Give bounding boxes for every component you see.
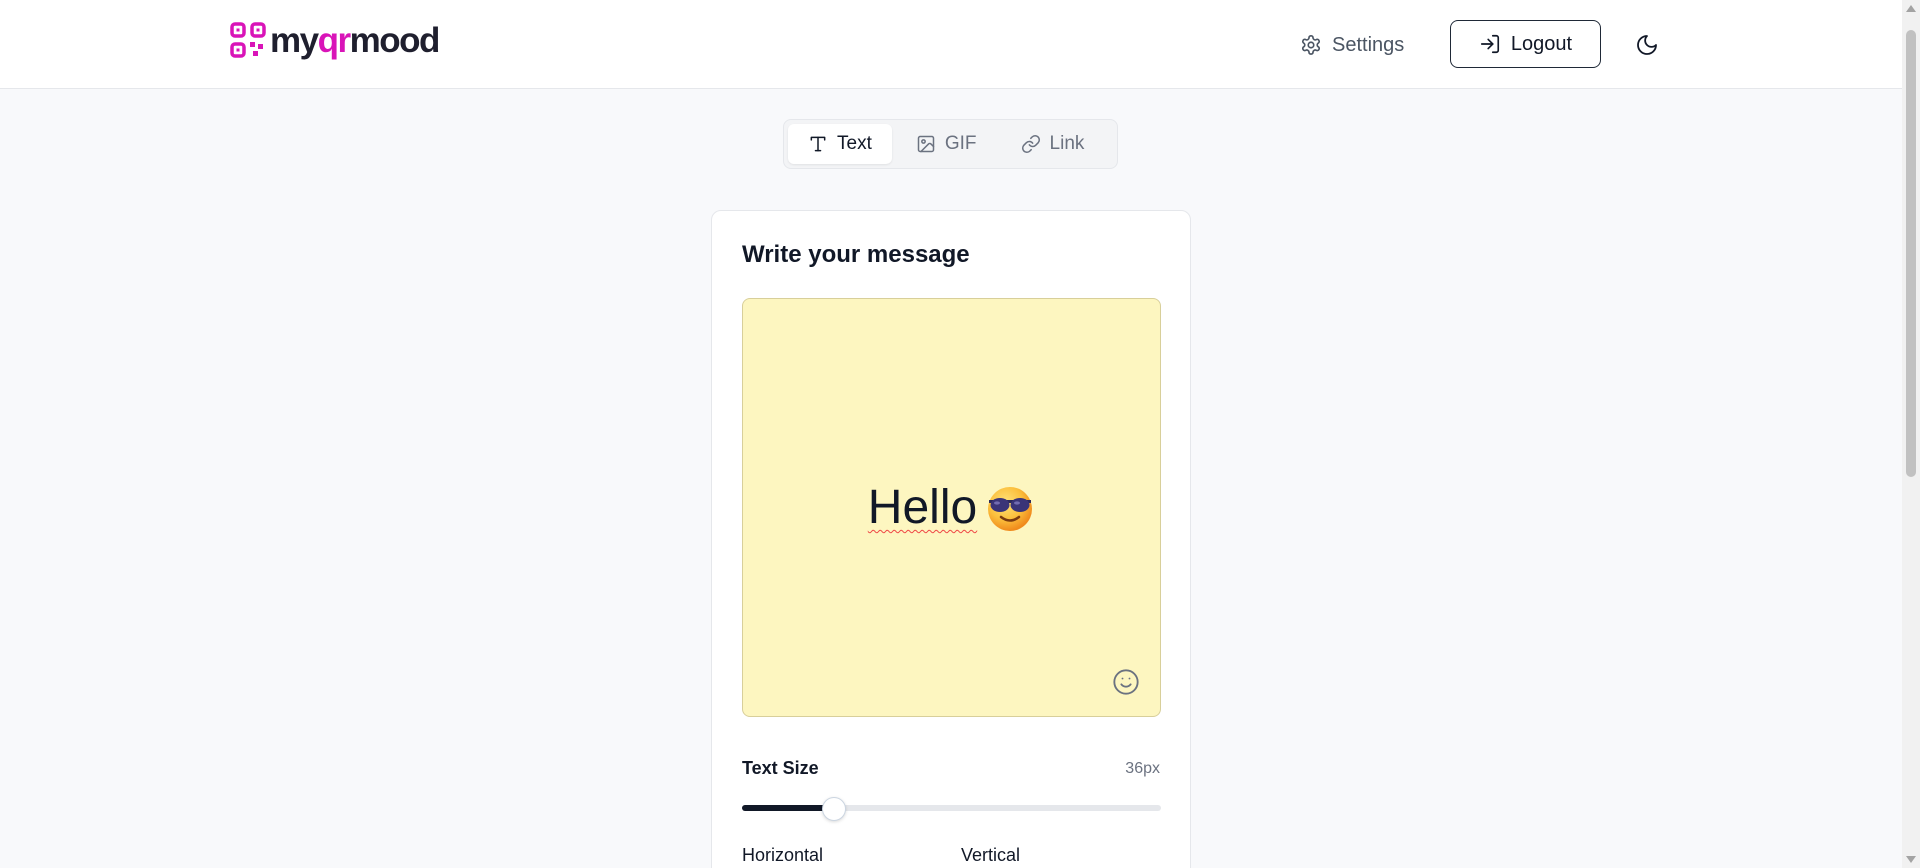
page-scrollbar[interactable]	[1902, 0, 1920, 868]
text-icon	[810, 136, 826, 152]
top-header: myqrmood Settings Logout	[0, 0, 1902, 89]
image-icon	[917, 135, 935, 153]
scroll-thumb[interactable]	[1906, 30, 1916, 477]
qr-logo-icon	[230, 22, 266, 58]
card-title: Write your message	[742, 241, 970, 268]
gear-icon	[1301, 35, 1321, 55]
sunglasses-emoji-icon	[988, 486, 1033, 531]
theme-toggle-button[interactable]	[1630, 28, 1664, 62]
logo-text: myqrmood	[270, 20, 441, 60]
vertical-align-label: Vertical	[961, 845, 1021, 865]
slider-fill	[742, 805, 835, 811]
tab-gif[interactable]: GIF	[896, 124, 997, 164]
tab-gif-label: GIF	[944, 133, 977, 154]
link-icon	[1021, 134, 1040, 154]
moon-icon	[1637, 35, 1657, 55]
content-type-tabs: Text GIF Link	[783, 119, 1118, 169]
logo[interactable]: myqrmood	[230, 20, 441, 60]
text-size-label: Text Size	[742, 758, 819, 778]
tab-text-label: Text	[837, 133, 872, 154]
message-word: Hello	[867, 481, 978, 534]
settings-label: Settings	[1332, 33, 1405, 56]
slider-thumb[interactable]	[822, 797, 847, 821]
message-editor[interactable]: Hello	[742, 298, 1161, 717]
logo-prefix: my	[270, 20, 319, 60]
text-size-value: 36px	[1125, 760, 1160, 777]
message-text[interactable]: Hello	[868, 480, 1035, 535]
horizontal-align-label: Horizontal	[742, 845, 824, 865]
scroll-up-arrow-icon[interactable]	[1906, 5, 1916, 12]
settings-link[interactable]: Settings	[1300, 28, 1404, 62]
logout-button[interactable]: Logout	[1450, 20, 1601, 68]
tab-text[interactable]: Text	[788, 124, 892, 164]
tab-link[interactable]: Link	[1001, 124, 1105, 164]
logout-icon	[1480, 34, 1499, 54]
logo-highlight: qr	[317, 20, 352, 60]
logout-label: Logout	[1510, 32, 1573, 55]
tab-link-label: Link	[1049, 133, 1085, 154]
logo-suffix: mood	[349, 20, 441, 60]
text-size-slider[interactable]	[742, 797, 1161, 821]
message-card: Write your message Hello Text Size 36px …	[711, 210, 1191, 868]
scroll-down-arrow-icon[interactable]	[1906, 856, 1916, 863]
smiley-icon[interactable]	[1112, 668, 1140, 696]
